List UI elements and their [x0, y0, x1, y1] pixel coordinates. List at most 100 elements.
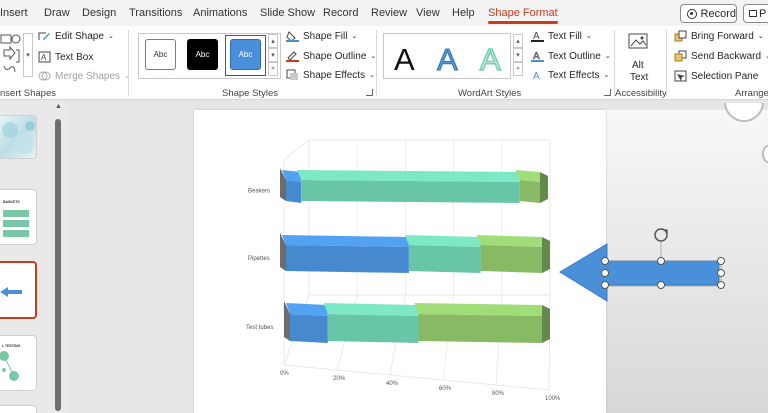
- send-backward-icon: [674, 50, 687, 62]
- chart-x-tick-label: 80%: [492, 391, 505, 397]
- shape-style-blue[interactable]: Abc: [230, 39, 261, 70]
- selection-pane-label: Selection Pane: [691, 70, 759, 82]
- tab-slide-show[interactable]: Slide Show: [260, 7, 315, 19]
- chart-x-tick-label: 60%: [439, 386, 452, 392]
- edit-shape-button[interactable]: Edit Shape ⌄: [38, 30, 114, 42]
- shape-style-white-label: Abc: [153, 50, 168, 59]
- record-button[interactable]: Record: [680, 4, 737, 23]
- wordart-style-outline[interactable]: A: [479, 41, 501, 78]
- shape-styles-launcher-icon[interactable]: [366, 89, 373, 96]
- merge-shapes-button[interactable]: Merge Shapes ⌄: [38, 70, 130, 82]
- chevron-up-icon[interactable]: ▲: [55, 103, 62, 110]
- slide-thumbnail-2[interactable]: BASKETS: [0, 189, 37, 245]
- bring-forward-button[interactable]: Bring Forward ⌄: [674, 30, 764, 42]
- resize-handle[interactable]: [601, 257, 609, 265]
- resize-handle[interactable]: [601, 281, 609, 289]
- slide-thumbnail-3-selected[interactable]: [0, 261, 37, 319]
- resize-handle[interactable]: [717, 269, 725, 277]
- text-effects-button[interactable]: A Text Effects ⌄: [531, 69, 610, 82]
- shape-styles-scroll-down[interactable]: ▾: [268, 48, 278, 62]
- wordart-scroll-down[interactable]: ▾: [513, 48, 523, 62]
- tab-review[interactable]: Review: [371, 7, 407, 19]
- floating-handle: [762, 145, 768, 163]
- paint-bucket-icon: [286, 31, 299, 42]
- text-box-icon: A: [38, 51, 51, 63]
- chart-bar-front: [327, 314, 419, 343]
- resize-handle[interactable]: [717, 281, 725, 289]
- tab-animations[interactable]: Animations: [193, 7, 247, 19]
- wordart-scroll-up[interactable]: ▴: [513, 34, 523, 48]
- resize-handle[interactable]: [601, 269, 609, 277]
- present-button-label: P: [759, 7, 767, 20]
- tab-design[interactable]: Design: [82, 7, 116, 19]
- chart-bar-front: [408, 245, 481, 273]
- pen-outline-icon: [286, 51, 299, 62]
- resize-handle[interactable]: [657, 257, 665, 265]
- shape-effects-icon: [286, 69, 298, 80]
- merge-shapes-icon: [38, 71, 51, 81]
- record-button-label: Record: [700, 7, 736, 20]
- chevron-down-icon: ⌄: [757, 33, 764, 40]
- present-button[interactable]: P: [743, 4, 768, 23]
- shape-style-white[interactable]: Abc: [145, 39, 176, 70]
- tab-transitions[interactable]: Transitions: [129, 7, 182, 19]
- group-divider: [614, 30, 615, 96]
- tab-draw[interactable]: Draw: [44, 7, 70, 19]
- chevron-down-icon: ⌄: [107, 33, 114, 40]
- shape-fill-button[interactable]: Shape Fill ⌄: [286, 30, 357, 42]
- wordart-styles-group-label: WordArt Styles: [458, 88, 522, 99]
- tab-insert[interactable]: Insert: [0, 7, 28, 19]
- text-outline-button[interactable]: A Text Outline ⌄: [531, 50, 611, 62]
- thumbnails-scroll-thumb[interactable]: [55, 119, 61, 411]
- shape-styles-scroll-up[interactable]: ▴: [268, 34, 278, 48]
- tab-shape-format[interactable]: Shape Format: [488, 7, 558, 24]
- chevron-down-icon: ⌄: [603, 72, 610, 79]
- shape-styles-more[interactable]: ⩡: [268, 62, 278, 76]
- thumbnail-bar: [3, 210, 29, 217]
- slide-thumbnail-5[interactable]: [0, 405, 37, 413]
- shape-outline-label: Shape Outline: [303, 50, 367, 62]
- wordart-style-blue[interactable]: A: [437, 42, 459, 78]
- shape-style-black[interactable]: Abc: [187, 39, 218, 70]
- text-box-button[interactable]: A Text Box: [38, 51, 93, 63]
- chart-bar-top: [404, 235, 481, 247]
- chart-3d-stacked-bar[interactable]: 0% 20% 40% 60% 80% 100% Beakers Pipettes Test tu…: [194, 110, 606, 413]
- gallery-more-icon: ▾: [26, 52, 30, 59]
- chart-bar-top: [414, 303, 542, 316]
- tab-record[interactable]: Record: [323, 7, 358, 19]
- shape-fill-label: Shape Fill: [303, 30, 348, 42]
- tab-help[interactable]: Help: [452, 7, 475, 19]
- ribbon: ▾ Edit Shape ⌄ A Text Box Merge Shapes ⌄ n…: [0, 26, 768, 100]
- chart-bar-front: [290, 314, 328, 343]
- thumbnails-scrollbar[interactable]: ▲: [54, 101, 62, 413]
- slide-thumbnail-4[interactable]: L TESTING: [0, 335, 37, 391]
- tab-view[interactable]: View: [416, 7, 440, 19]
- resize-handle[interactable]: [657, 281, 665, 289]
- insert-shapes-group-label: nsert Shapes: [0, 88, 56, 99]
- left-arrow-shape[interactable]: [559, 243, 720, 302]
- present-icon: [749, 10, 757, 17]
- alt-text-button[interactable]: Alt Text: [622, 30, 656, 86]
- text-fill-button[interactable]: A Text Fill ⌄: [531, 30, 592, 42]
- wordart-more[interactable]: ⩡: [513, 62, 523, 76]
- selection-pane-button[interactable]: Selection Pane: [674, 70, 758, 82]
- wordart-style-black[interactable]: A: [394, 42, 415, 78]
- shapes-gallery[interactable]: [0, 32, 22, 78]
- rotate-handle-icon[interactable]: [654, 228, 668, 257]
- resize-handle[interactable]: [717, 257, 725, 265]
- send-backward-button[interactable]: Send Backward ⌄: [674, 50, 768, 62]
- chevron-down-icon: ⌄: [369, 72, 375, 79]
- shape-effects-button[interactable]: Shape Effects ⌄: [286, 69, 375, 81]
- merge-shapes-label: Merge Shapes: [55, 70, 121, 82]
- slide-thumbnail-1[interactable]: [0, 115, 37, 159]
- chevron-down-icon: ▾: [271, 52, 275, 59]
- chart-bar-top: [323, 303, 419, 316]
- wordart-launcher-icon[interactable]: [604, 89, 611, 96]
- chevron-down-icon: ⌄: [585, 33, 592, 40]
- chart-x-tick-label: 40%: [386, 381, 399, 387]
- selected-arrow-shape[interactable]: [556, 222, 768, 307]
- shape-effects-label: Shape Effects: [303, 69, 366, 81]
- shapes-gallery-scroll[interactable]: ▾: [23, 33, 33, 77]
- shape-style-blue-label: Abc: [238, 50, 253, 59]
- shape-outline-button[interactable]: Shape Outline ⌄: [286, 50, 376, 62]
